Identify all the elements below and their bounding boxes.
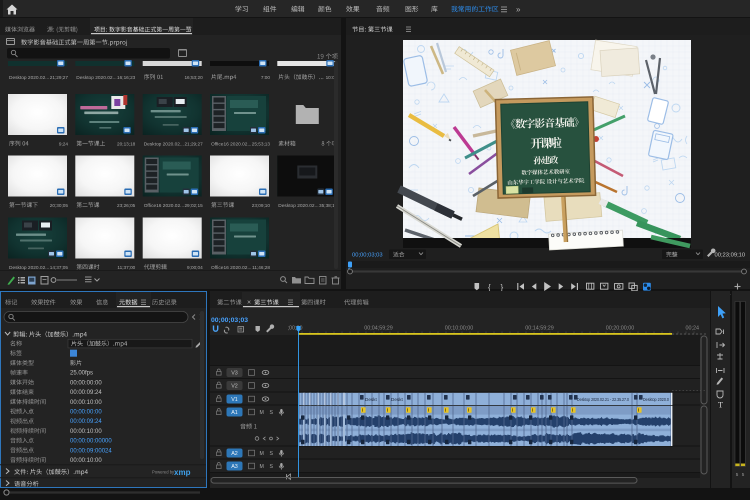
- svg-text:9;00;04: 9;00;04: [187, 265, 203, 270]
- svg-text:00:00:00:00: 00:00:00:00: [70, 380, 102, 386]
- svg-text:Desktop 2020.02...: Desktop 2020.02...: [278, 203, 318, 209]
- svg-text:Desktop 2020.02...: Desktop 2020.02...: [76, 75, 116, 81]
- svg-text:23;26;05: 23;26;05: [117, 203, 136, 208]
- svg-text:29;02;15: 29;02;15: [184, 203, 203, 208]
- svg-text:M: M: [260, 410, 264, 416]
- svg-text:A1: A1: [231, 410, 238, 416]
- svg-text:00:00:10:00: 00:00:10:00: [70, 458, 102, 464]
- svg-text:00:00:00:00000: 00:00:00:00000: [70, 439, 112, 445]
- svg-text:11;46;28: 11;46;28: [252, 265, 270, 270]
- svg-text:00:00:10:00: 00:00:10:00: [70, 429, 102, 435]
- svg-text:V2: V2: [231, 384, 238, 390]
- svg-text:V1: V1: [231, 397, 238, 403]
- svg-text:21;29;27: 21;29;27: [50, 75, 69, 80]
- svg-text:00:00:09:24: 00:00:09:24: [70, 419, 102, 425]
- svg-text:T: T: [718, 400, 724, 410]
- svg-text:Desktop 2020.0: Desktop 2020.0: [643, 397, 669, 402]
- svg-text:25;53;13: 25;53;13: [252, 142, 271, 147]
- svg-text:00:00:09:24: 00:00:09:24: [70, 390, 102, 396]
- svg-text:16;16;23: 16;16;23: [117, 75, 136, 80]
- svg-text:16;53;20: 16;53;20: [184, 75, 203, 80]
- svg-text:23;09;10: 23;09;10: [252, 203, 271, 208]
- svg-text:V3: V3: [231, 371, 238, 377]
- svg-text:00;10;00;00: 00;10;00;00: [445, 326, 473, 332]
- svg-text:25.00fps: 25.00fps: [70, 371, 93, 377]
- svg-text:11;37;00: 11;37;00: [117, 265, 135, 270]
- svg-text:20;13;18: 20;13;18: [117, 142, 136, 147]
- svg-text:00;00;03;03: 00;00;03;03: [352, 253, 383, 259]
- svg-text:×: ×: [247, 300, 251, 307]
- svg-text:S: S: [270, 451, 274, 457]
- svg-text:S: S: [270, 410, 274, 416]
- svg-text:}: }: [501, 283, 504, 292]
- svg-text:A3: A3: [231, 464, 238, 470]
- svg-text:{: {: [488, 283, 491, 292]
- svg-text:5: 5: [736, 472, 739, 477]
- svg-text:M: M: [260, 451, 264, 457]
- svg-text:Powered by: Powered by: [152, 470, 175, 475]
- svg-text:Desktop 2020.02.21 - 22.35.27.: Desktop 2020.02.21 - 22.35.27.0: [577, 397, 629, 402]
- svg-text:5: 5: [742, 472, 745, 477]
- svg-text:Deskt: Deskt: [365, 397, 377, 402]
- svg-text:Office16 2020.02...: Office16 2020.02...: [211, 142, 251, 148]
- svg-text:»: »: [516, 5, 521, 14]
- svg-text:M: M: [260, 464, 264, 470]
- svg-text:00;24: 00;24: [686, 326, 700, 332]
- svg-text:00:00:10:00: 00:00:10:00: [70, 400, 102, 406]
- svg-text:Office16 2020.02...: Office16 2020.02...: [144, 203, 184, 209]
- svg-text:14;37;05: 14;37;05: [50, 265, 69, 270]
- svg-text:00:00:00:00: 00:00:00:00: [70, 410, 102, 416]
- svg-text:7:00: 7:00: [261, 75, 271, 80]
- svg-text:00;14;59;29: 00;14;59;29: [525, 326, 553, 332]
- svg-text:00:00:09:00024: 00:00:09:00024: [70, 448, 112, 454]
- svg-text:S: S: [270, 464, 274, 470]
- svg-text:00;04;59;29: 00;04;59;29: [364, 326, 392, 332]
- svg-text:A2: A2: [231, 451, 238, 457]
- svg-text:00;23;09;10: 00;23;09;10: [715, 253, 746, 259]
- svg-text:9;24: 9;24: [59, 142, 69, 147]
- svg-text:Desktop 2020.02...: Desktop 2020.02...: [144, 142, 184, 148]
- svg-text:00;00;03;03: 00;00;03;03: [211, 317, 248, 324]
- svg-text:xmp: xmp: [174, 468, 191, 477]
- svg-text:21;29;27: 21;29;27: [184, 142, 203, 147]
- svg-text:Deskt: Deskt: [391, 397, 403, 402]
- svg-text:00;20;00;00: 00;20;00;00: [606, 326, 634, 332]
- svg-text:20;30;05: 20;30;05: [50, 203, 69, 208]
- svg-text:Desktop 2020.02...: Desktop 2020.02...: [9, 75, 49, 81]
